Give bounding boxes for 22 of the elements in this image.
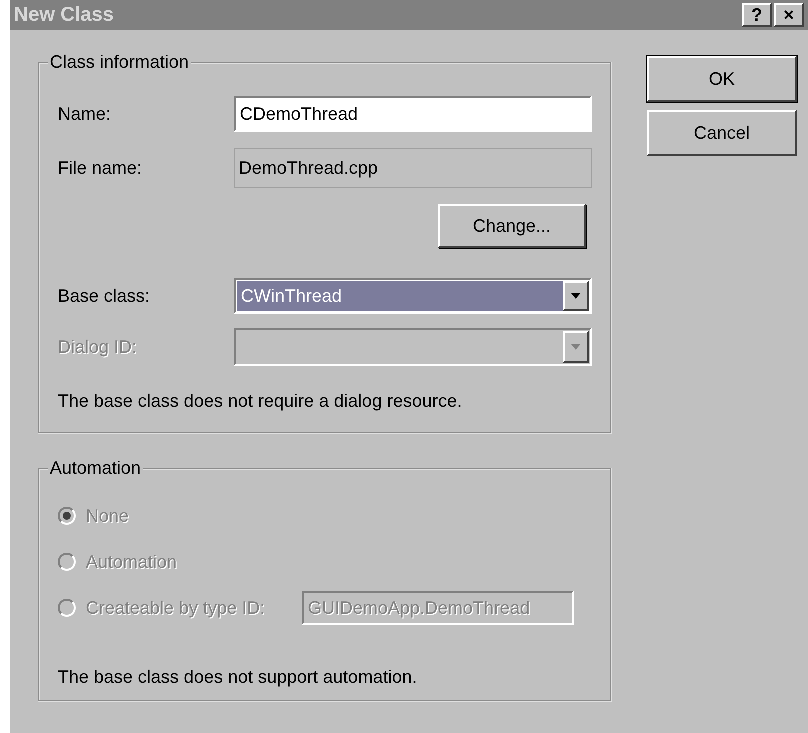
change-button[interactable]: Change... xyxy=(438,204,586,248)
radio-label: Automation xyxy=(86,550,178,574)
field-label: Name: xyxy=(58,102,112,126)
dropdown-value: CWinThread xyxy=(237,281,563,311)
base-class-dropdown[interactable]: CWinThread xyxy=(234,278,592,314)
caret-icon xyxy=(571,293,581,299)
radio-label: None xyxy=(86,504,130,528)
close-button[interactable]: × xyxy=(774,3,804,27)
automation-note: The base class does not support automation. xyxy=(58,666,418,689)
name-field[interactable]: CDemoThread xyxy=(234,96,592,132)
caret-icon xyxy=(571,344,581,350)
field-label: Dialog ID: xyxy=(58,336,138,359)
dialog-button[interactable]: Cancel xyxy=(647,110,797,156)
window-title: New Class xyxy=(14,3,116,28)
help-button[interactable]: ? xyxy=(742,3,772,27)
field-label: File name: xyxy=(58,156,144,180)
field-label: Base class: xyxy=(58,284,152,308)
file-name-field: DemoThread.cpp xyxy=(234,148,592,188)
class-note: The base class does not require a dialog resource. xyxy=(58,390,464,413)
dialog-button[interactable]: OK xyxy=(647,56,797,102)
dropdown-button[interactable] xyxy=(563,281,589,311)
radio-label: Createable by type ID: xyxy=(86,596,266,620)
